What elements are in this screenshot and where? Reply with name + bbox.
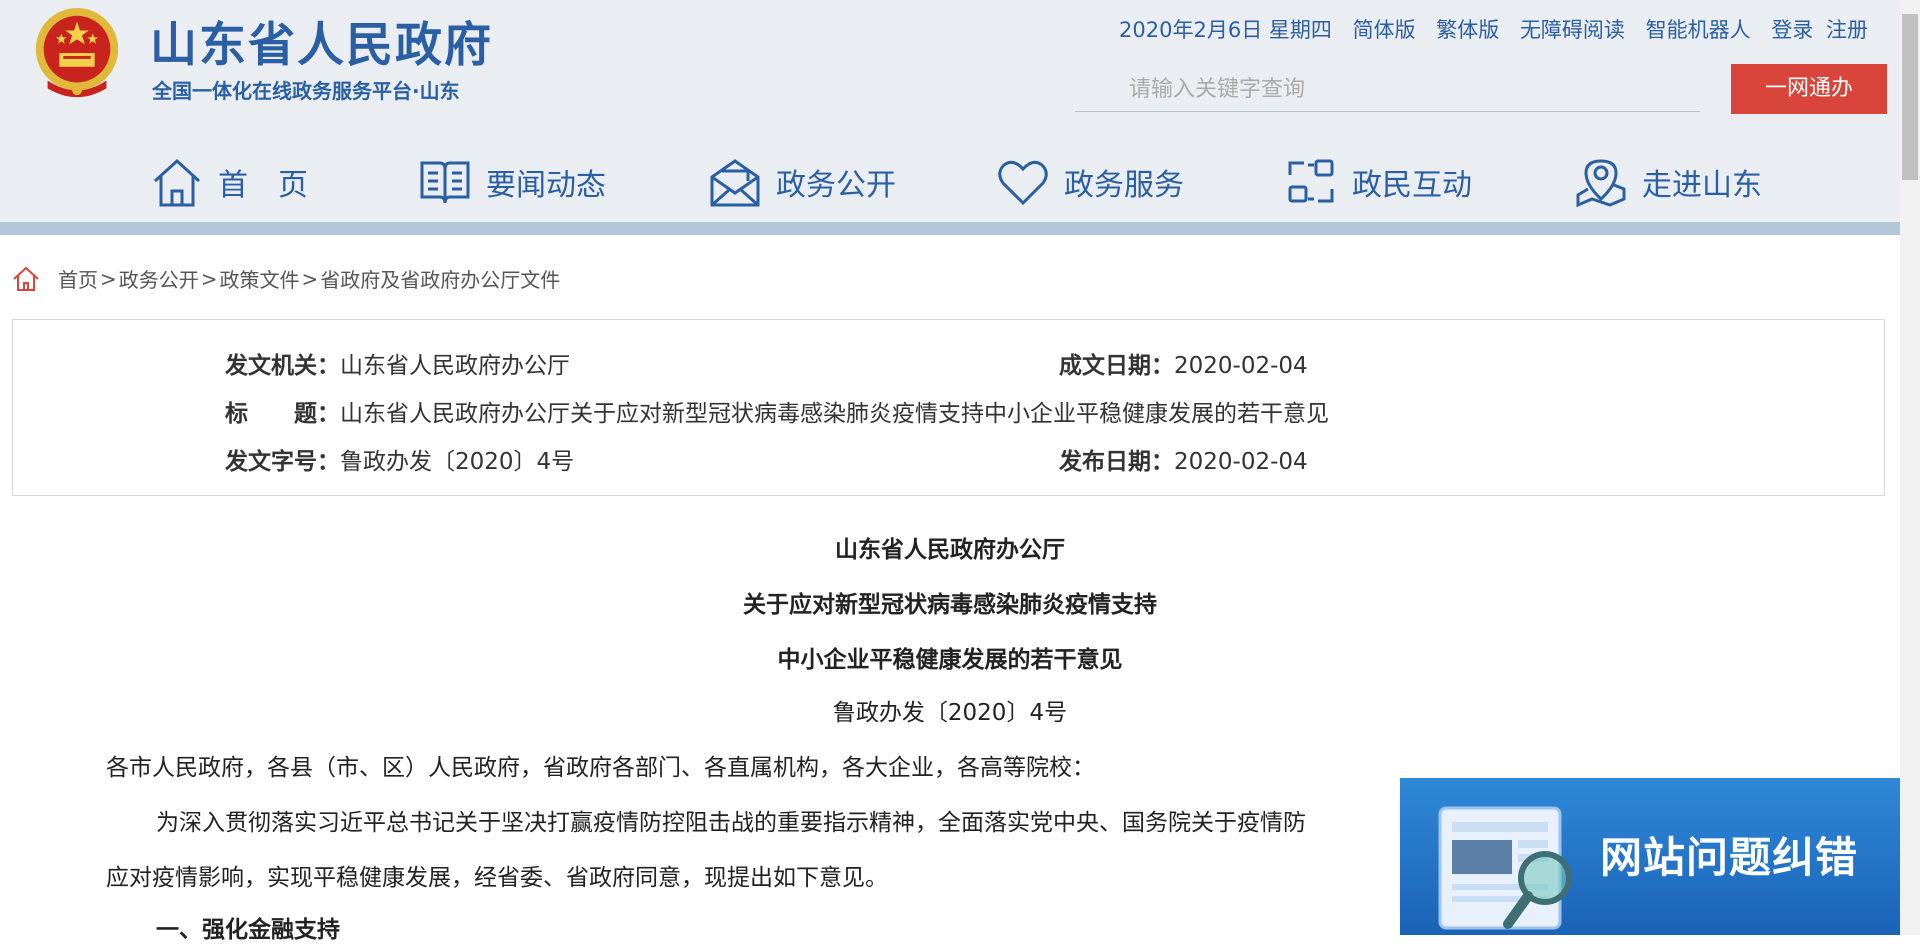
- nav-news-label: 要闻动态: [486, 168, 606, 203]
- breadcrumb-separator: >: [301, 266, 319, 291]
- onenet-button[interactable]: 一网通办: [1731, 64, 1887, 114]
- breadcrumb: 首页 > 政务公开 > 政策文件 > 省政府及省政府办公厅文件: [12, 264, 560, 293]
- paragraph-line: 应对疫情影响，实现平稳健康发展，经省委、省政府同意，现提出如下意见。: [106, 865, 888, 891]
- date-row: 成文日期：2020-02-04: [1059, 346, 1308, 380]
- heart-icon: [998, 160, 1048, 206]
- date-value: 2020-02-04: [1174, 353, 1308, 379]
- accessibility-link[interactable]: 无障碍阅读: [1520, 18, 1625, 42]
- header-divider: [0, 222, 1900, 235]
- breadcrumb-separator: >: [200, 266, 218, 291]
- nav-interaction-label: 政民互动: [1352, 168, 1472, 203]
- simplified-link[interactable]: 简体版: [1353, 18, 1416, 42]
- site-subtitle: 全国一体化在线政务服务平台·山东: [152, 79, 460, 103]
- search-input[interactable]: [1075, 68, 1700, 112]
- nav-services[interactable]: 政务服务: [996, 150, 1184, 214]
- traditional-link[interactable]: 繁体版: [1436, 18, 1499, 42]
- nav-home-label: 首 页: [218, 168, 308, 203]
- issuer-row: 发文机关：山东省人民政府办公厅: [225, 346, 570, 380]
- doc-title-line: 中小企业平稳健康发展的若干意见: [777, 647, 1123, 673]
- site-title[interactable]: 山东省人民政府: [150, 6, 493, 75]
- breadcrumb-separator: >: [100, 266, 117, 291]
- document-meta-box: 发文机关：山东省人民政府办公厅 成文日期：2020-02-04 标 题：山东省人…: [12, 319, 1885, 496]
- register-link[interactable]: 注册: [1826, 18, 1868, 42]
- breadcrumb-gov-affairs[interactable]: 政务公开: [119, 264, 199, 293]
- nav-news[interactable]: 要闻动态: [418, 150, 606, 214]
- doc-title-line: 山东省人民政府办公厅: [835, 537, 1065, 563]
- number-value: 鲁政办发〔2020〕4号: [340, 449, 575, 475]
- salutation: 各市人民政府，各县（市、区）人民政府，省政府各部门、各直属机构，各大企业，各高等…: [106, 755, 1095, 781]
- mail-icon: [710, 159, 760, 207]
- exchange-icon: [1288, 159, 1334, 203]
- nav-services-label: 政务服务: [1064, 168, 1184, 203]
- doc-number: 鲁政办发〔2020〕4号: [832, 700, 1068, 726]
- nav-home[interactable]: 首 页: [150, 150, 308, 214]
- top-links: 2020年2月6日 星期四 简体版 繁体版 无障碍阅读 智能机器人 登录 注册: [1105, 14, 1868, 44]
- title-value: 山东省人民政府办公厅关于应对新型冠状病毒感染肺炎疫情支持中小企业平稳健康发展的若…: [340, 401, 1329, 427]
- error-report-widget[interactable]: 网站问题纠错: [1400, 778, 1900, 935]
- issuer-value: 山东省人民政府办公厅: [340, 353, 570, 379]
- page-scrollbar[interactable]: [1900, 0, 1920, 935]
- paragraph-line: 为深入贯彻落实习近平总书记关于坚决打赢疫情防控阻击战的重要指示精神，全面落实党中…: [156, 810, 1306, 836]
- breadcrumb-home[interactable]: 首页: [58, 264, 98, 293]
- breadcrumb-policy-docs[interactable]: 政策文件: [220, 264, 300, 293]
- site-header: 山东省人民政府 全国一体化在线政务服务平台·山东 2020年2月6日 星期四 简…: [0, 0, 1900, 222]
- breadcrumb-current[interactable]: 省政府及省政府办公厅文件: [320, 264, 560, 293]
- main-nav: 首 页 要闻动态 政务公开 政务服务 政民互动 走进山东: [0, 150, 1900, 214]
- nav-shandong-label: 走进山东: [1642, 168, 1762, 203]
- date-text: 2020年2月6日 星期四: [1119, 18, 1332, 42]
- nav-interaction[interactable]: 政民互动: [1284, 150, 1472, 214]
- number-row: 发文字号：鲁政办发〔2020〕4号: [225, 442, 574, 476]
- map-pin-icon: [1576, 159, 1626, 208]
- home-icon[interactable]: [12, 265, 40, 293]
- error-report-label: 网站问题纠错: [1600, 833, 1859, 882]
- national-emblem-logo[interactable]: [28, 3, 126, 107]
- number-label: 发文字号：: [225, 449, 340, 475]
- publish-row: 发布日期：2020-02-04: [1059, 442, 1308, 476]
- issuer-label: 发文机关：: [225, 353, 340, 379]
- monitor-magnifier-icon: [1438, 806, 1572, 930]
- nav-gov-affairs-label: 政务公开: [776, 168, 896, 203]
- robot-link[interactable]: 智能机器人: [1646, 18, 1751, 42]
- publish-value: 2020-02-04: [1174, 449, 1308, 475]
- scrollbar-thumb[interactable]: [1902, 14, 1918, 180]
- doc-title-line: 关于应对新型冠状病毒感染肺炎疫情支持: [743, 592, 1157, 618]
- nav-shandong[interactable]: 走进山东: [1574, 150, 1762, 214]
- title-label: 标 题：: [225, 401, 340, 427]
- book-icon: [420, 161, 470, 204]
- nav-gov-affairs[interactable]: 政务公开: [708, 150, 896, 214]
- section-heading: 一、强化金融支持: [156, 917, 340, 943]
- title-row: 标 题：山东省人民政府办公厅关于应对新型冠状病毒感染肺炎疫情支持中小企业平稳健康…: [225, 394, 1329, 428]
- publish-label: 发布日期：: [1059, 449, 1174, 475]
- home-icon: [153, 158, 201, 207]
- login-link[interactable]: 登录: [1771, 18, 1813, 42]
- date-label: 成文日期：: [1059, 353, 1174, 379]
